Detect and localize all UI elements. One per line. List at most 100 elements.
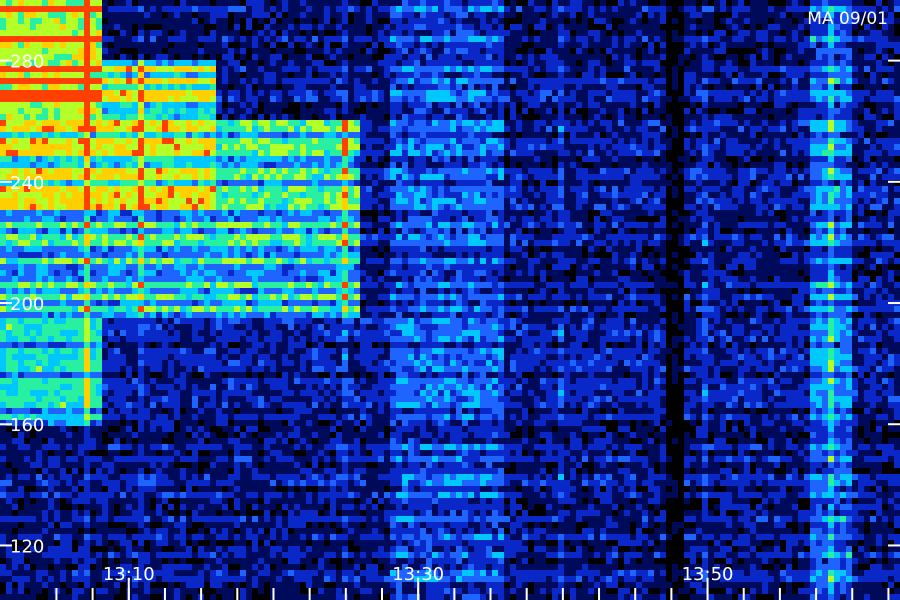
heat-cell [498, 156, 505, 163]
heat-cell [690, 90, 697, 97]
heat-cell [162, 102, 169, 109]
heat-cell [360, 186, 367, 193]
heat-cell [450, 78, 457, 85]
heat-cell [300, 126, 307, 133]
heat-cell [360, 18, 367, 25]
heat-cell [60, 66, 67, 73]
heat-cell [660, 0, 667, 7]
heat-cell [642, 114, 649, 121]
heat-cell [534, 138, 541, 145]
heat-cell [810, 132, 817, 139]
heat-cell [360, 108, 367, 115]
heat-cell [660, 72, 667, 79]
heat-cell [348, 36, 355, 43]
heat-cell [858, 42, 865, 49]
heat-cell [162, 96, 169, 103]
heat-cell [858, 156, 865, 163]
heat-cell [684, 126, 691, 133]
heat-cell [72, 72, 79, 79]
heat-cell [222, 0, 229, 7]
heat-cell [852, 36, 859, 43]
heat-cell [564, 96, 571, 103]
heat-cell [876, 186, 883, 193]
heat-cell [606, 36, 613, 43]
heat-cell [204, 114, 211, 121]
heat-cell [36, 126, 43, 133]
heat-cell [696, 18, 703, 25]
heat-cell [126, 192, 133, 199]
heat-cell [504, 18, 511, 25]
heat-cell [558, 114, 565, 121]
heat-cell [534, 192, 541, 199]
heat-cell [504, 126, 511, 133]
heat-cell [876, 36, 883, 43]
heat-cell [162, 12, 169, 19]
heat-cell [804, 90, 811, 97]
heat-cell [180, 96, 187, 103]
heat-cell [264, 168, 271, 175]
heat-cell [270, 30, 277, 37]
heat-cell [882, 156, 889, 163]
heat-cell [78, 42, 85, 49]
heat-cell [816, 144, 823, 151]
heat-cell [618, 150, 625, 157]
heat-cell [558, 126, 565, 133]
heat-cell [300, 42, 307, 49]
heat-cell [726, 90, 733, 97]
heat-cell [798, 12, 805, 19]
heat-cell [228, 6, 235, 13]
heat-cell [342, 60, 349, 67]
heat-cell [60, 0, 67, 7]
heat-cell [426, 102, 433, 109]
heat-cell [30, 42, 37, 49]
heat-cell [468, 156, 475, 163]
heat-cell [78, 78, 85, 85]
heat-cell [822, 78, 829, 85]
heat-cell [672, 186, 679, 193]
heat-cell [684, 102, 691, 109]
heat-cell [288, 180, 295, 187]
heat-cell [12, 198, 19, 205]
heat-cell [780, 156, 787, 163]
heat-cell [762, 30, 769, 37]
heat-cell [132, 162, 139, 169]
heat-cell [534, 168, 541, 175]
heat-cell [462, 12, 469, 19]
heat-cell [318, 168, 325, 175]
heat-cell [36, 198, 43, 205]
heat-cell [108, 168, 115, 175]
heat-cell [612, 48, 619, 55]
heat-cell [582, 192, 589, 199]
heat-cell [342, 42, 349, 49]
heat-cell [126, 114, 133, 121]
heat-cell [60, 60, 67, 67]
heat-cell [636, 12, 643, 19]
heat-cell [66, 186, 73, 193]
heat-cell [252, 24, 259, 31]
heat-cell [246, 6, 253, 13]
heat-cell [300, 186, 307, 193]
heat-cell [756, 60, 763, 67]
heat-cell [816, 186, 823, 193]
heat-cell [462, 114, 469, 121]
heat-cell [756, 132, 763, 139]
heat-cell [792, 84, 799, 91]
heat-cell [426, 192, 433, 199]
heat-cell [894, 102, 900, 109]
heat-cell [306, 12, 313, 19]
heat-cell [816, 84, 823, 91]
heat-cell [672, 150, 679, 157]
heat-cell [558, 162, 565, 169]
heat-cell [330, 24, 337, 31]
heat-cell [768, 90, 775, 97]
heat-cell [336, 6, 343, 13]
heat-cell [354, 78, 361, 85]
heat-cell [840, 72, 847, 79]
heat-cell [786, 96, 793, 103]
heat-cell [696, 180, 703, 187]
heat-cell [294, 36, 301, 43]
heat-cell [180, 180, 187, 187]
heat-cell [288, 108, 295, 115]
heat-cell [750, 12, 757, 19]
heat-cell [312, 180, 319, 187]
